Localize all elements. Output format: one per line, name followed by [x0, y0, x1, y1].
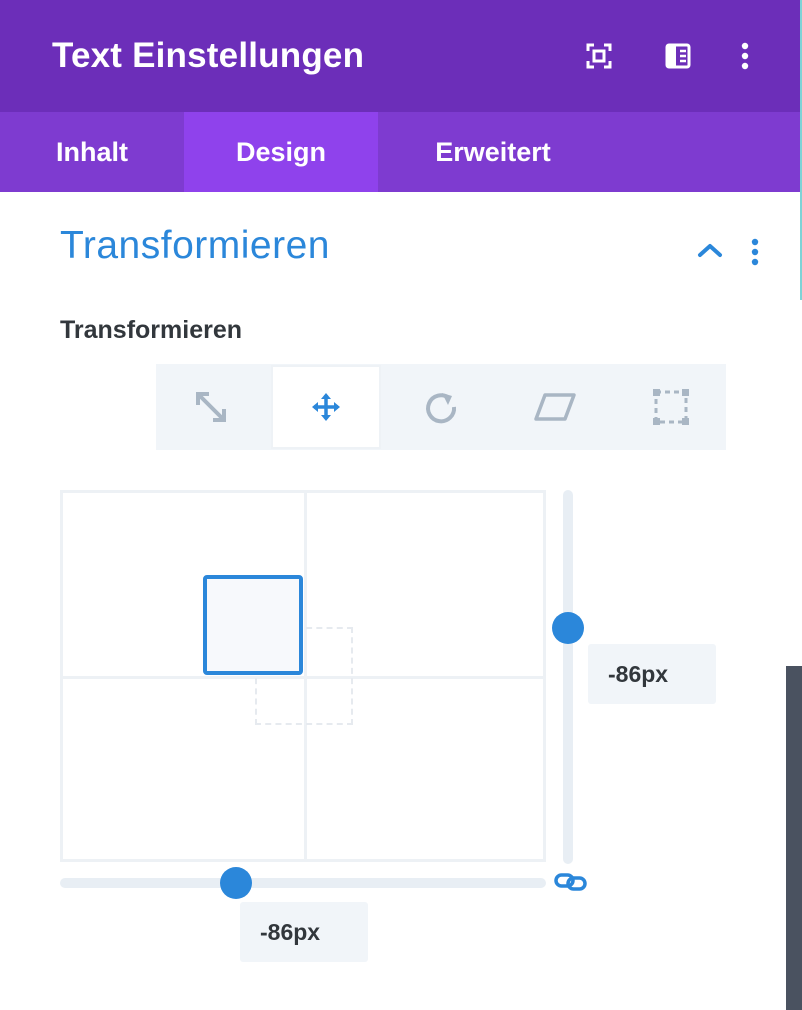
scrollbar[interactable] — [786, 666, 802, 1010]
fullscreen-icon[interactable] — [584, 41, 614, 71]
translate-y-handle[interactable] — [552, 612, 584, 644]
more-options-icon[interactable] — [730, 41, 760, 71]
translate-x-slider[interactable] — [60, 878, 546, 888]
skew-icon — [534, 393, 576, 421]
origin-icon — [653, 389, 689, 425]
scale-icon — [196, 392, 226, 422]
tab-inhalt[interactable]: Inhalt — [0, 112, 184, 192]
tab-bar: Inhalt Design Erweitert — [0, 112, 800, 192]
scale-button[interactable] — [156, 364, 266, 450]
translate-button[interactable] — [271, 365, 381, 449]
translate-x-input[interactable]: -86px — [240, 902, 368, 962]
rotate-icon — [426, 393, 457, 424]
translated-element-box[interactable] — [203, 575, 303, 675]
modal-header: Text Einstellungen — [0, 0, 800, 112]
translate-y-input[interactable]: -86px — [588, 644, 716, 704]
translate-preview-grid[interactable] — [60, 490, 546, 862]
translate-icon — [312, 393, 340, 421]
skew-button[interactable] — [500, 364, 610, 450]
field-label: Transformieren — [60, 316, 243, 344]
tab-design[interactable]: Design — [184, 112, 378, 192]
section-options-icon[interactable] — [748, 236, 762, 268]
origin-button[interactable] — [616, 364, 726, 450]
translate-x-handle[interactable] — [220, 867, 252, 899]
section-title[interactable]: Transformieren — [60, 224, 330, 268]
link-icon[interactable] — [554, 868, 588, 894]
modal-title: Text Einstellungen — [52, 36, 365, 75]
chevron-up-icon[interactable] — [694, 236, 726, 264]
translate-y-slider[interactable] — [563, 490, 573, 864]
tab-erweitert[interactable]: Erweitert — [378, 112, 608, 192]
split-view-icon[interactable] — [663, 41, 693, 71]
rotate-button[interactable] — [386, 364, 496, 450]
